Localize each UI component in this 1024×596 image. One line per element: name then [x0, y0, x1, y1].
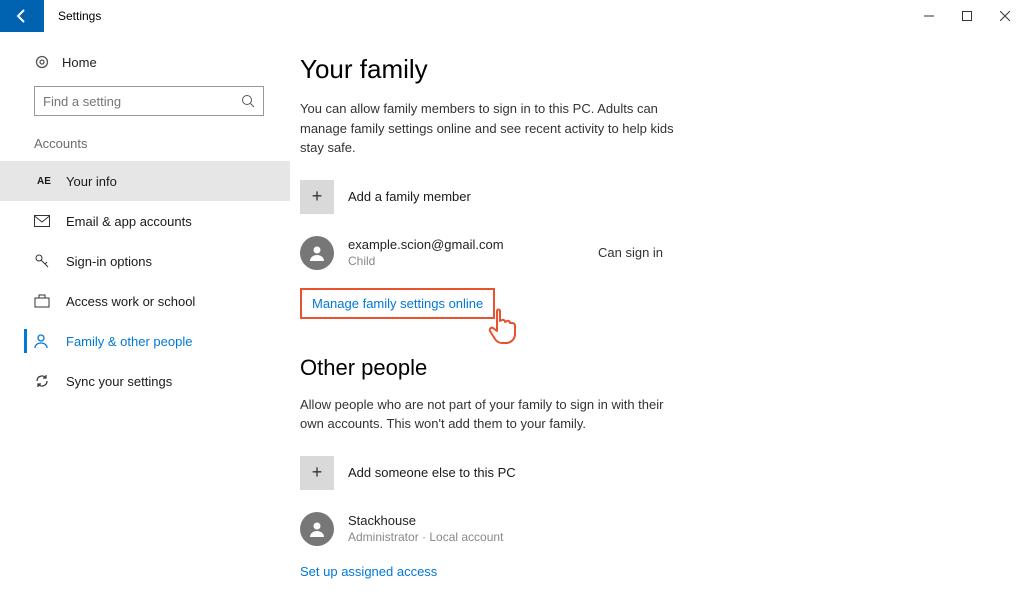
briefcase-icon: [34, 294, 54, 308]
title-bar: Settings: [0, 0, 1024, 32]
avatar-icon: [300, 512, 334, 546]
key-icon: [34, 253, 54, 269]
assigned-access-link[interactable]: Set up assigned access: [300, 564, 437, 579]
nav-label: Sign-in options: [66, 254, 152, 269]
maximize-button[interactable]: [948, 0, 986, 32]
mail-icon: [34, 215, 54, 227]
nav-your-info[interactable]: AE Your info: [0, 161, 290, 201]
home-nav[interactable]: Home: [0, 54, 290, 86]
content-area: Home Accounts AE Your info Email & app a…: [0, 32, 1024, 596]
other-user-row[interactable]: Stackhouse Administrator · Local account: [300, 512, 984, 546]
home-label: Home: [62, 55, 97, 70]
account-role: Administrator · Local account: [348, 530, 598, 544]
family-heading: Your family: [300, 54, 984, 85]
search-box[interactable]: [34, 86, 264, 116]
add-family-label: Add a family member: [348, 189, 471, 204]
account-info: Stackhouse Administrator · Local account: [348, 513, 598, 544]
family-description: You can allow family members to sign in …: [300, 99, 680, 158]
minimize-icon: [924, 11, 934, 21]
nav-label: Email & app accounts: [66, 214, 192, 229]
nav-list: AE Your info Email & app accounts Sign-i…: [0, 161, 290, 401]
main-pane: Your family You can allow family members…: [290, 32, 1024, 596]
gear-icon: [34, 54, 50, 70]
close-button[interactable]: [986, 0, 1024, 32]
maximize-icon: [962, 11, 972, 21]
sidebar: Home Accounts AE Your info Email & app a…: [0, 32, 290, 596]
plus-icon: +: [300, 456, 334, 490]
nav-access-work-school[interactable]: Access work or school: [0, 281, 290, 321]
account-info: example.scion@gmail.com Child: [348, 237, 598, 268]
window-title: Settings: [58, 9, 101, 23]
person-icon: [34, 333, 54, 349]
plus-icon: +: [300, 180, 334, 214]
pointer-cursor-icon: [483, 303, 525, 345]
search-input[interactable]: [43, 94, 241, 109]
other-people-heading: Other people: [300, 355, 984, 381]
nav-label: Your info: [66, 174, 117, 189]
sync-icon: [34, 373, 54, 389]
window-controls: [910, 0, 1024, 32]
nav-label: Family & other people: [66, 334, 192, 349]
nav-email-accounts[interactable]: Email & app accounts: [0, 201, 290, 241]
nav-sign-in-options[interactable]: Sign-in options: [0, 241, 290, 281]
account-status: Can sign in: [598, 245, 663, 260]
add-other-label: Add someone else to this PC: [348, 465, 516, 480]
nav-family-other-people[interactable]: Family & other people: [0, 321, 290, 361]
section-heading: Accounts: [0, 116, 290, 161]
account-name: Stackhouse: [348, 513, 598, 528]
arrow-left-icon: [14, 8, 30, 24]
nav-sync-settings[interactable]: Sync your settings: [0, 361, 290, 401]
add-other-user[interactable]: + Add someone else to this PC: [300, 456, 984, 490]
account-role: Child: [348, 254, 598, 268]
other-people-description: Allow people who are not part of your fa…: [300, 395, 680, 434]
family-member-row[interactable]: example.scion@gmail.com Child Can sign i…: [300, 236, 984, 270]
search-icon: [241, 94, 255, 108]
close-icon: [1000, 11, 1010, 21]
nav-label: Access work or school: [66, 294, 195, 309]
account-name: example.scion@gmail.com: [348, 237, 598, 252]
avatar-icon: [300, 236, 334, 270]
back-button[interactable]: [0, 0, 44, 32]
minimize-button[interactable]: [910, 0, 948, 32]
manage-family-link[interactable]: Manage family settings online: [312, 296, 483, 311]
nav-label: Sync your settings: [66, 374, 172, 389]
add-family-member[interactable]: + Add a family member: [300, 180, 984, 214]
highlight-annotation: Manage family settings online: [300, 288, 495, 319]
user-card-icon: AE: [34, 176, 54, 187]
